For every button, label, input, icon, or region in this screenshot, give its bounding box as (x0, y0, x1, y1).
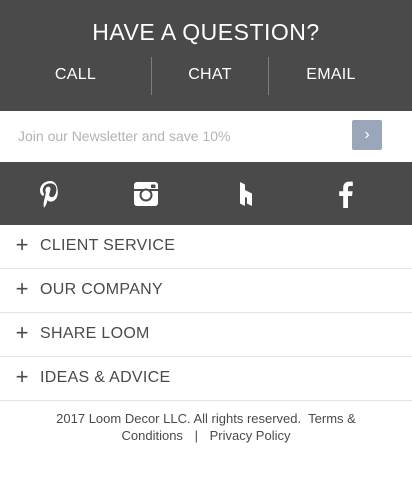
accordion-ideas-advice[interactable]: + IDEAS & ADVICE (0, 357, 412, 401)
contact-title: HAVE A QUESTION? (92, 19, 320, 45)
plus-icon: + (15, 232, 29, 257)
chat-link[interactable]: CHAT (152, 57, 268, 95)
accordion-label: SHARE LOOM (40, 325, 150, 342)
social-bar (0, 162, 412, 225)
accordion-label: OUR COMPANY (40, 281, 164, 298)
facebook-icon[interactable] (330, 178, 362, 210)
instagram-icon[interactable] (130, 178, 162, 210)
newsletter-submit-button[interactable]: › (352, 120, 382, 150)
accordion-label: IDEAS & ADVICE (40, 369, 171, 386)
contact-links: CALL CHAT EMAIL (0, 57, 412, 95)
legal-footer: 2017 Loom Decor LLC. All rights reserved… (40, 410, 372, 444)
footer-accordion: + CLIENT SERVICE + OUR COMPANY + SHARE L… (0, 225, 412, 401)
accordion-our-company[interactable]: + OUR COMPANY (0, 269, 412, 313)
privacy-link[interactable]: Privacy Policy (210, 428, 291, 443)
newsletter-email-input[interactable] (10, 121, 338, 151)
legal-separator: | (194, 428, 198, 443)
copyright-text: 2017 Loom Decor LLC. All rights reserved… (56, 411, 302, 426)
plus-icon: + (15, 276, 29, 301)
plus-icon: + (15, 364, 29, 389)
chevron-right-icon: › (364, 126, 370, 143)
pinterest-icon[interactable] (34, 178, 66, 210)
accordion-share-loom[interactable]: + SHARE LOOM (0, 313, 412, 357)
houzz-icon[interactable] (230, 178, 262, 210)
plus-icon: + (15, 320, 29, 345)
newsletter-section: › (0, 111, 412, 162)
accordion-client-service[interactable]: + CLIENT SERVICE (0, 225, 412, 269)
email-link[interactable]: EMAIL (269, 57, 393, 95)
contact-section: HAVE A QUESTION? CALL CHAT EMAIL (0, 0, 412, 111)
call-link[interactable]: CALL (0, 57, 151, 95)
accordion-label: CLIENT SERVICE (40, 237, 176, 254)
